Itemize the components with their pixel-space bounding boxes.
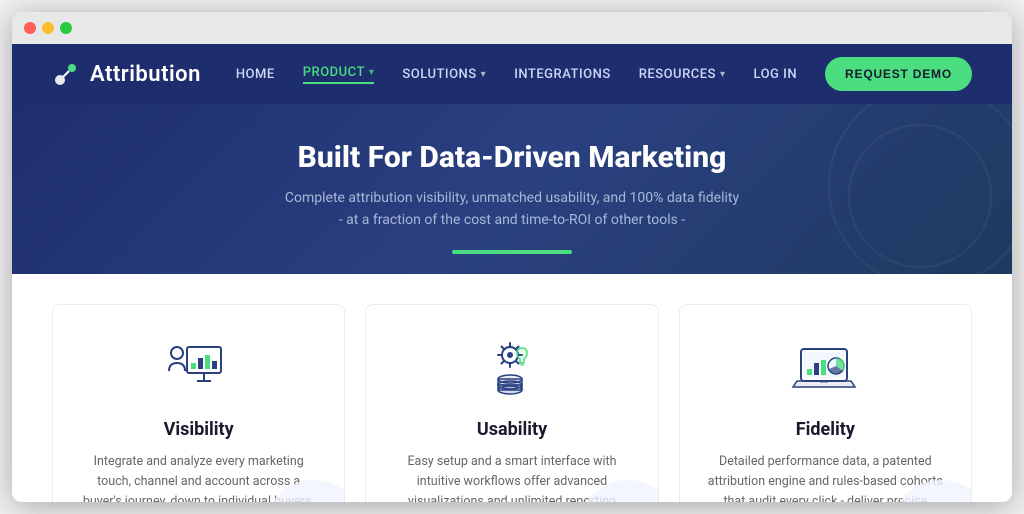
browser-window: Attribution HOME PRODUCT ▾ SOLUTIONS ▾ I… [12, 12, 1012, 502]
feature-desc-visibility: Integrate and analyze every marketing to… [77, 452, 320, 502]
fidelity-icon [785, 333, 865, 403]
nav-login[interactable]: LOG IN [753, 67, 797, 82]
features-section: Visibility Integrate and analyze every m… [12, 274, 1012, 502]
chevron-down-icon: ▾ [720, 69, 726, 80]
nav-resources[interactable]: RESOURCES ▾ [639, 67, 726, 82]
nav-integrations[interactable]: INTEGRATIONS [514, 67, 611, 82]
feature-card-usability: Usability Easy setup and a smart interfa… [365, 304, 658, 502]
hero-section: Built For Data-Driven Marketing Complete… [12, 104, 1012, 274]
minimize-button[interactable] [42, 22, 54, 34]
navbar: Attribution HOME PRODUCT ▾ SOLUTIONS ▾ I… [12, 44, 1012, 104]
feature-title-fidelity: Fidelity [704, 419, 947, 440]
logo-text: Attribution [90, 62, 201, 87]
chevron-down-icon: ▾ [481, 69, 487, 80]
browser-chrome [12, 12, 1012, 44]
chevron-down-icon: ▾ [369, 67, 375, 78]
fullscreen-button[interactable] [60, 22, 72, 34]
browser-content: Attribution HOME PRODUCT ▾ SOLUTIONS ▾ I… [12, 44, 1012, 502]
feature-desc-fidelity: Detailed performance data, a patented at… [704, 452, 947, 502]
hero-divider [452, 250, 572, 254]
usability-icon [472, 333, 552, 403]
feature-title-visibility: Visibility [77, 419, 320, 440]
feature-card-visibility: Visibility Integrate and analyze every m… [52, 304, 345, 502]
feature-desc-usability: Easy setup and a smart interface with in… [390, 452, 633, 502]
hero-subtitle: Complete attribution visibility, unmatch… [52, 187, 972, 232]
request-demo-button[interactable]: REQUEST DEMO [825, 57, 972, 91]
visibility-icon [159, 333, 239, 403]
hero-title: Built For Data-Driven Marketing [52, 140, 972, 175]
logo-area: Attribution [52, 60, 201, 88]
nav-product[interactable]: PRODUCT ▾ [303, 65, 375, 84]
nav-home[interactable]: HOME [236, 67, 275, 82]
feature-card-fidelity: Fidelity Detailed performance data, a pa… [679, 304, 972, 502]
nav-links: HOME PRODUCT ▾ SOLUTIONS ▾ INTEGRATIONS … [236, 57, 972, 91]
feature-title-usability: Usability [390, 419, 633, 440]
logo-icon [52, 60, 80, 88]
nav-solutions[interactable]: SOLUTIONS ▾ [402, 67, 486, 82]
close-button[interactable] [24, 22, 36, 34]
